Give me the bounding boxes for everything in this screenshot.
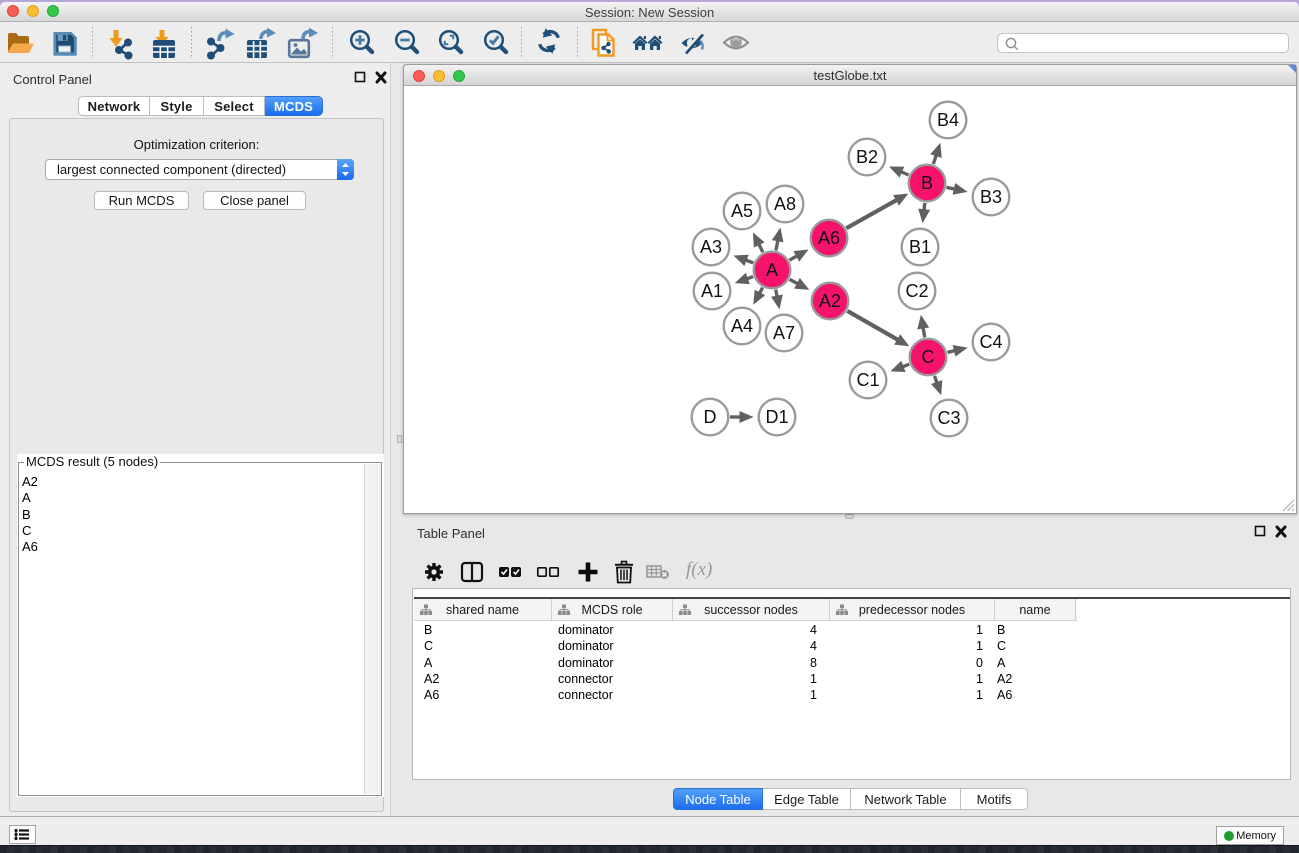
svg-text:D1: D1 <box>765 407 788 427</box>
svg-text:C: C <box>922 347 935 367</box>
svg-text:A6: A6 <box>818 228 840 248</box>
svg-text:A1: A1 <box>701 281 723 301</box>
svg-text:B1: B1 <box>909 237 931 257</box>
svg-text:B2: B2 <box>856 147 878 167</box>
svg-text:C4: C4 <box>979 332 1002 352</box>
svg-text:A7: A7 <box>773 323 795 343</box>
svg-text:B: B <box>921 173 933 193</box>
svg-text:D: D <box>704 407 717 427</box>
svg-text:A: A <box>766 260 778 280</box>
svg-text:C2: C2 <box>905 281 928 301</box>
svg-text:A3: A3 <box>700 237 722 257</box>
svg-text:C1: C1 <box>856 370 879 390</box>
svg-text:A4: A4 <box>731 316 753 336</box>
svg-text:A8: A8 <box>774 194 796 214</box>
svg-text:A5: A5 <box>731 201 753 221</box>
svg-text:B4: B4 <box>937 110 959 130</box>
svg-text:C3: C3 <box>937 408 960 428</box>
svg-text:B3: B3 <box>980 187 1002 207</box>
svg-text:A2: A2 <box>819 291 841 311</box>
